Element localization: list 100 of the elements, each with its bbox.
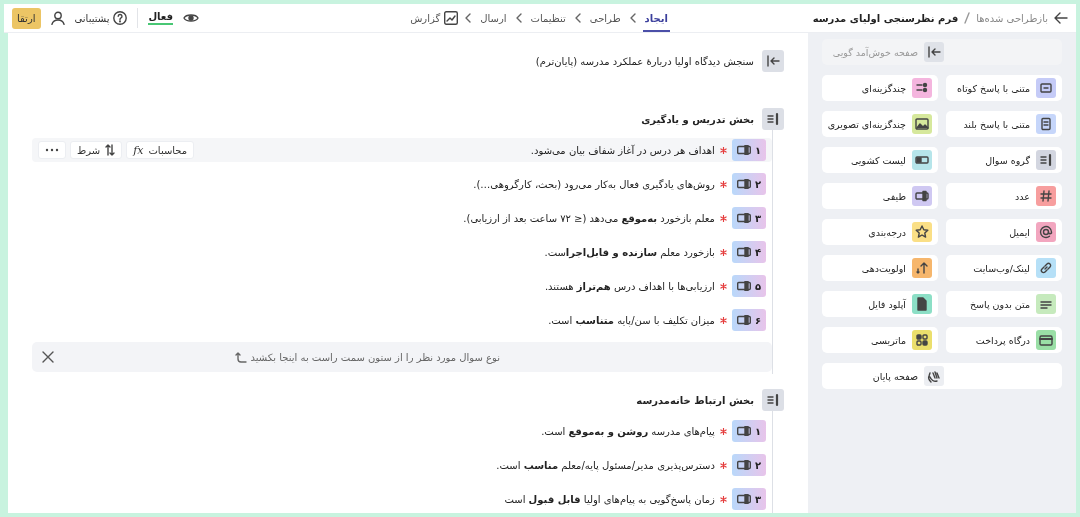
tile-label: متنی با پاسخ کوتاه [957, 82, 1030, 94]
tile-label: لینک/وب‌سایت [973, 262, 1030, 274]
question-text: معلم بازخورد به‌موقع می‌دهد (≤ ۷۲ ساعت بعد از ارزیابی). [463, 212, 715, 224]
swap-arrows-icon [105, 144, 116, 156]
user-icon[interactable] [50, 11, 65, 25]
sort-arrows-icon [914, 260, 930, 276]
slider-icon [736, 460, 751, 470]
card-icon [1038, 332, 1054, 348]
breadcrumb-link[interactable]: بازطراحی شده‌ها [976, 12, 1048, 24]
step-tab[interactable]: تنظیمات [528, 4, 568, 32]
question-number-badge: ۱ [731, 420, 766, 442]
slider-icon [736, 494, 751, 504]
question-type-tile[interactable]: لینک/وب‌سایت [946, 255, 1062, 281]
star-icon [914, 224, 930, 240]
at-sign-icon [1038, 224, 1054, 240]
question-text: ارزیابی‌ها با اهداف درس هم‌تراز هستند. [544, 280, 715, 292]
upgrade-button[interactable]: ارتقا [12, 7, 41, 29]
tile-label: لیست کشویی [850, 154, 906, 166]
question-type-tile[interactable]: لیست کشویی [822, 147, 938, 173]
question-number-badge: ۳ [731, 488, 766, 510]
step-tab[interactable]: ارسال [478, 4, 509, 32]
question-type-tile[interactable]: متن بدون پاسخ [946, 291, 1062, 317]
question-type-tile[interactable]: متنی با پاسخ کوتاه [946, 75, 1062, 101]
question-number-badge: ۳ [731, 207, 766, 229]
drop-zone[interactable]: نوع سوال مورد نظر را از ستون سمت راست به اینجا بکشید [32, 342, 772, 372]
condition-button[interactable]: شرط [70, 141, 123, 159]
section-title: بخش ارتباط خانه‌مدرسه [636, 394, 754, 406]
question-text: اهداف هر درس در آغاز شفاف بیان می‌شود. [530, 144, 715, 156]
question-text: زمان پاسخ‌گویی به پیام‌های اولیا قابل قبول است [504, 493, 715, 505]
question-text: روش‌های یادگیری فعال به‌کار می‌رود (بحث، کارگروهی…). [473, 178, 715, 190]
slash-separator-icon [964, 12, 971, 24]
tile-label: متنی با پاسخ بلند [963, 118, 1030, 130]
tile-label: گروه سوال [985, 154, 1030, 166]
slider-icon [914, 188, 930, 204]
chevron-icon [574, 13, 581, 23]
question-text: دسترس‌پذیری مدیر/مسئول پایه/معلم مناسب است. [496, 459, 715, 471]
arrow-icon [926, 44, 942, 60]
form-name: فرم نظرسنجی اولیای مدرسه [812, 12, 959, 24]
question-type-tile[interactable]: طیفی [822, 183, 938, 209]
tile-label: اولویت‌دهی [861, 262, 906, 274]
question-type-tile[interactable]: گروه سوال [946, 147, 1062, 173]
tile-label: ماتریسی [871, 334, 906, 346]
question-type-tile[interactable]: عدد [946, 183, 1062, 209]
drop-hint: نوع سوال مورد نظر را از ستون سمت راست به اینجا بکشید [250, 351, 500, 363]
question-text: پیام‌های مدرسه روشن و به‌موقع است. [541, 425, 715, 437]
tile-label: چندگزینه‌ای تصویری [827, 118, 906, 130]
question-type-tile[interactable]: اولویت‌دهی [822, 255, 938, 281]
question-type-tile[interactable]: چندگزینه‌ای [822, 75, 938, 101]
link-icon [1038, 260, 1054, 276]
slider-icon [736, 426, 751, 436]
tile-label: درگاه پرداخت [975, 334, 1030, 346]
list-icon [1038, 152, 1054, 168]
image-icon [914, 116, 930, 132]
grid-icon [914, 332, 930, 348]
eye-icon[interactable] [183, 12, 200, 24]
report-button[interactable]: گزارش [410, 11, 459, 25]
tile-label: ایمیل [1009, 226, 1030, 238]
question-number-badge: ۲ [731, 173, 766, 195]
question-type-tile[interactable]: صفحه پایان [822, 363, 1062, 389]
tile-label: صفحه خوش‌آمد گویی [832, 46, 918, 58]
question-number-badge: ۵ [731, 275, 766, 297]
question-number-badge: ۲ [731, 454, 766, 476]
tile-label: صفحه پایان [872, 370, 918, 382]
question-text: میزان تکلیف با سن/پایه متناسب است. [548, 314, 715, 326]
question-type-tile[interactable]: درگاه پرداخت [946, 327, 1062, 353]
slider-icon [736, 247, 751, 257]
tile-label: طیفی [882, 190, 906, 202]
question-type-tile[interactable]: ایمیل [946, 219, 1062, 245]
chart-icon [444, 11, 459, 25]
help-icon [113, 11, 128, 25]
more-icon [45, 148, 59, 152]
question-number-badge: ۱ [731, 139, 766, 161]
question-type-tile[interactable]: ماتریسی [822, 327, 938, 353]
text-field-icon [1038, 80, 1054, 96]
tile-label: عدد [1015, 190, 1030, 202]
chevron-icon [629, 13, 636, 23]
file-icon [914, 296, 930, 312]
step-tab[interactable]: طراحی [587, 4, 623, 32]
curved-arrow-icon [234, 351, 247, 363]
tile-label: آپلود فایل [868, 298, 906, 310]
chevron-icon [515, 13, 522, 23]
question-number-badge: ۶ [731, 309, 766, 331]
back-arrow-icon[interactable] [1054, 12, 1068, 24]
section-title: بخش تدریس و یادگیری [641, 113, 754, 125]
close-icon[interactable] [42, 351, 54, 363]
tile-label: چندگزینه‌ای [861, 82, 906, 94]
slider-icon [736, 145, 751, 155]
more-button[interactable] [38, 141, 66, 159]
slider-icon [736, 281, 751, 291]
form-title: سنجش دیدگاه اولیا دربارهٔ عملکرد مدرسه (پایان‌ترم) [535, 55, 754, 67]
slider-icon [736, 213, 751, 223]
status-label[interactable]: فعال [148, 11, 174, 25]
question-type-tile[interactable]: درجه‌بندی [822, 219, 938, 245]
slider-icon [736, 315, 751, 325]
question-type-tile[interactable]: متنی با پاسخ بلند [946, 111, 1062, 137]
question-type-tile[interactable]: آپلود فایل [822, 291, 938, 317]
question-type-tile[interactable]: چندگزینه‌ای تصویری [822, 111, 938, 137]
support-button[interactable]: پشتیبانی [74, 11, 128, 25]
question-number-badge: ۴ [731, 241, 766, 263]
tile-label: درجه‌بندی [868, 226, 906, 238]
